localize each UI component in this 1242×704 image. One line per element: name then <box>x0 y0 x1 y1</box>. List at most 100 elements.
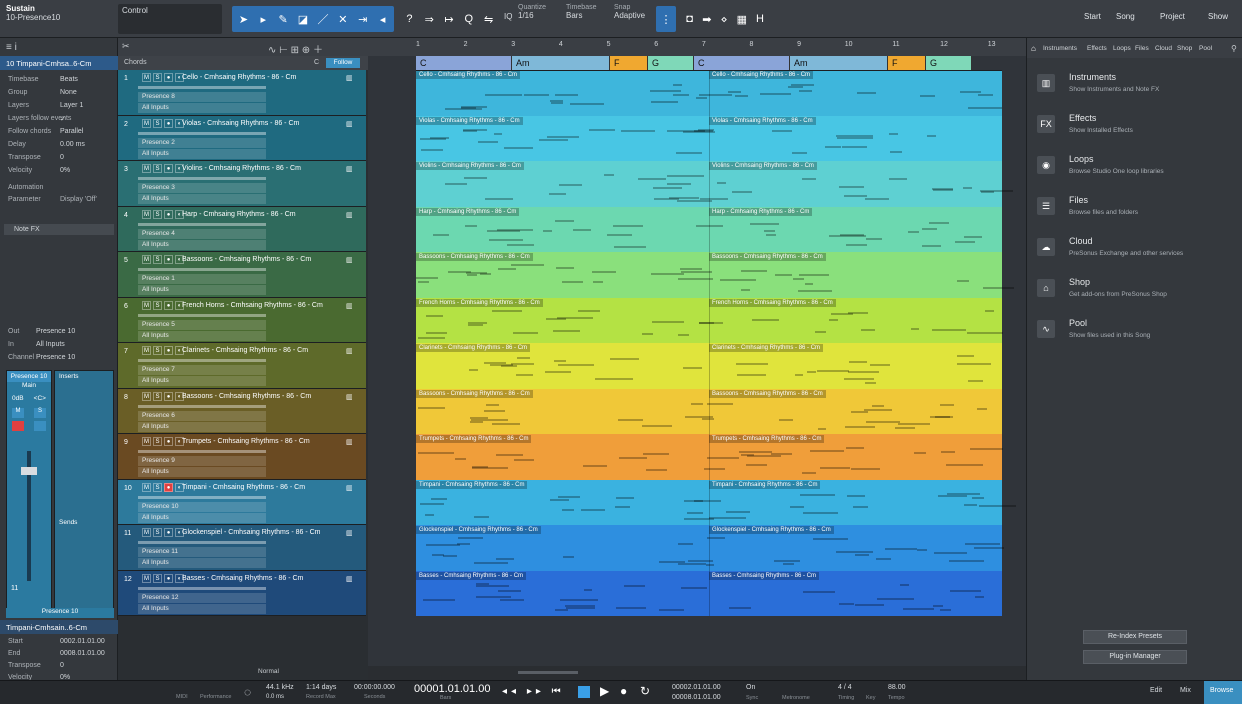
midi-note[interactable] <box>774 560 800 562</box>
track-name[interactable]: Harp - Cmhsaing Rhythms - 86 - Cm <box>182 211 296 218</box>
browser-tab-shop[interactable]: Shop <box>1177 45 1192 52</box>
inspector-row[interactable]: Follow chords Parallel <box>0 126 118 138</box>
midi-note[interactable] <box>624 584 645 587</box>
inspector-row[interactable]: Timebase Beats <box>0 74 118 86</box>
event-row-value[interactable]: 0008.01.01.00 <box>60 650 105 657</box>
midi-note[interactable] <box>511 264 544 266</box>
midi-note[interactable] <box>793 278 804 280</box>
solo-button[interactable]: S <box>153 73 162 82</box>
midi-note[interactable] <box>681 586 707 589</box>
midi-note[interactable] <box>750 222 779 225</box>
arrange-lane[interactable]: Glockenspiel - Cmhsaing Rhythms - 86 - C… <box>416 525 1004 571</box>
midi-note[interactable] <box>563 556 574 558</box>
display-label[interactable]: Display 'Off' <box>60 196 97 203</box>
midi-note[interactable] <box>737 374 766 376</box>
midi-note[interactable] <box>866 237 882 240</box>
inspector-row-value[interactable]: 0.00 ms <box>60 141 85 148</box>
midi-note[interactable] <box>433 233 449 236</box>
loop-button[interactable]: ↻ <box>640 684 650 698</box>
midi-note[interactable] <box>864 408 892 411</box>
right-locator[interactable]: 00008.01.01.00 <box>672 694 721 701</box>
quantize-control[interactable]: Quantize 1/16 <box>518 4 562 34</box>
nav-project[interactable]: Project <box>1160 12 1185 21</box>
track-volume-slider[interactable] <box>138 131 266 135</box>
midi-note[interactable] <box>474 515 489 518</box>
midi-note[interactable] <box>870 364 890 366</box>
track-volume-slider[interactable] <box>138 313 266 317</box>
midi-note[interactable] <box>455 458 466 460</box>
track-input-select[interactable]: All Inputs <box>138 603 266 614</box>
pencil-tool-icon[interactable]: ✎ <box>278 13 289 26</box>
midi-note[interactable] <box>908 230 919 233</box>
midi-note[interactable] <box>583 465 607 467</box>
midi-note[interactable] <box>621 129 655 132</box>
midi-note[interactable] <box>963 187 972 189</box>
page-tab-edit[interactable]: Edit <box>1150 687 1162 694</box>
track-header[interactable]: 5 M S ● ◐ Bassoons - Cmhsaing Rhythms - 86 - … <box>118 252 366 298</box>
preset-selector[interactable]: Sustain 10-Presence10 <box>6 4 106 34</box>
inspector-row-value[interactable]: Parallel <box>60 128 83 135</box>
midi-note[interactable] <box>861 328 875 331</box>
midi-note[interactable] <box>889 132 898 135</box>
channel-solo-button[interactable]: S <box>34 408 46 418</box>
chord-key-label[interactable]: C <box>314 59 319 66</box>
midi-note[interactable] <box>927 134 936 137</box>
arrange-lane[interactable]: Violins - Cmhsaing Rhythms - 86 - Cm Viol… <box>416 161 1013 207</box>
midi-note[interactable] <box>933 604 943 607</box>
midi-note[interactable] <box>458 537 483 539</box>
midi-note[interactable] <box>659 608 684 611</box>
midi-note[interactable] <box>839 186 864 188</box>
midi-note[interactable] <box>707 457 739 459</box>
inspector-row-value[interactable]: None <box>60 89 77 96</box>
midi-note[interactable] <box>720 279 756 281</box>
solo-button[interactable]: S <box>153 573 162 583</box>
nav-start[interactable]: Start <box>1084 12 1101 21</box>
play-button[interactable]: ▶ <box>600 684 609 698</box>
track-input-select[interactable]: All Inputs <box>138 376 266 386</box>
browser-item-pool[interactable]: ∿ Pool Show files used in this Song <box>1037 318 1237 354</box>
track-header[interactable]: 3 M S ● ◐ Violins - Cmhsaing Rhythms - 86 - C… <box>118 161 366 207</box>
record-arm-button[interactable]: ● <box>164 346 173 355</box>
midi-note[interactable] <box>642 332 653 335</box>
midi-note[interactable] <box>975 595 984 598</box>
inspector-row-value[interactable]: 0 <box>60 154 64 161</box>
track-output-select[interactable]: Presence 4 <box>138 228 266 239</box>
midi-note[interactable] <box>496 454 523 456</box>
routing-value[interactable]: Presence 10 <box>36 354 75 361</box>
midi-note[interactable] <box>497 228 533 231</box>
browser-item-cloud[interactable]: ☁ Cloud PreSonus Exchange and other servic… <box>1037 236 1237 272</box>
track-output-select[interactable]: Presence 10 <box>138 501 266 512</box>
mute-tool-icon[interactable]: ✕ <box>337 13 348 26</box>
midi-note[interactable] <box>673 94 689 96</box>
track-volume-slider[interactable] <box>138 541 266 544</box>
record-arm-button[interactable]: ● <box>164 73 173 82</box>
track-output-select[interactable]: Presence 12 <box>138 592 266 603</box>
midi-note[interactable] <box>476 584 509 587</box>
track-skip-icon[interactable]: ⇒ <box>424 13 435 26</box>
midi-note[interactable] <box>699 94 732 96</box>
mute-button[interactable]: M <box>142 391 151 401</box>
inspector-row[interactable]: Delay 0.00 ms <box>0 139 118 151</box>
midi-note[interactable] <box>965 543 1000 545</box>
arrange-lane[interactable]: Cello - Cmhsaing Rhythms - 86 - Cm Cello … <box>416 70 1002 116</box>
arrange-lane[interactable]: Trumpets - Cmhsaing Rhythms - 86 - Cm Tru… <box>416 434 1003 480</box>
arrange-lane[interactable]: Clarinets - Cmhsaing Rhythms - 86 - Cm Cl… <box>416 343 1002 389</box>
snap-toggle[interactable]: ⋮ <box>656 6 676 32</box>
record-arm-button[interactable]: ● <box>164 391 173 401</box>
midi-note[interactable] <box>423 598 455 601</box>
sync-on-label[interactable]: On <box>746 684 755 691</box>
midi-note[interactable] <box>592 271 616 273</box>
midi-note[interactable] <box>478 140 498 143</box>
track-header[interactable]: 8 M S ● ◐ Bassoons - Cmhsaing Rhythms - 86 - … <box>118 388 366 434</box>
midi-note[interactable] <box>752 318 779 321</box>
track-input-select[interactable]: All Inputs <box>138 103 266 113</box>
track-volume-slider[interactable] <box>138 404 266 408</box>
record-arm-button[interactable]: ● <box>164 209 173 219</box>
routing-row[interactable]: Channel Presence 10 <box>0 352 118 364</box>
solo-button[interactable]: S <box>153 528 162 537</box>
midi-note[interactable] <box>766 233 776 236</box>
track-header[interactable]: 6 M S ● ◐ French Horns - Cmhsaing Rhythms - 8… <box>118 297 366 343</box>
midi-note[interactable] <box>667 175 704 177</box>
midi-note[interactable] <box>465 224 477 227</box>
solo-button[interactable]: S <box>153 482 162 492</box>
